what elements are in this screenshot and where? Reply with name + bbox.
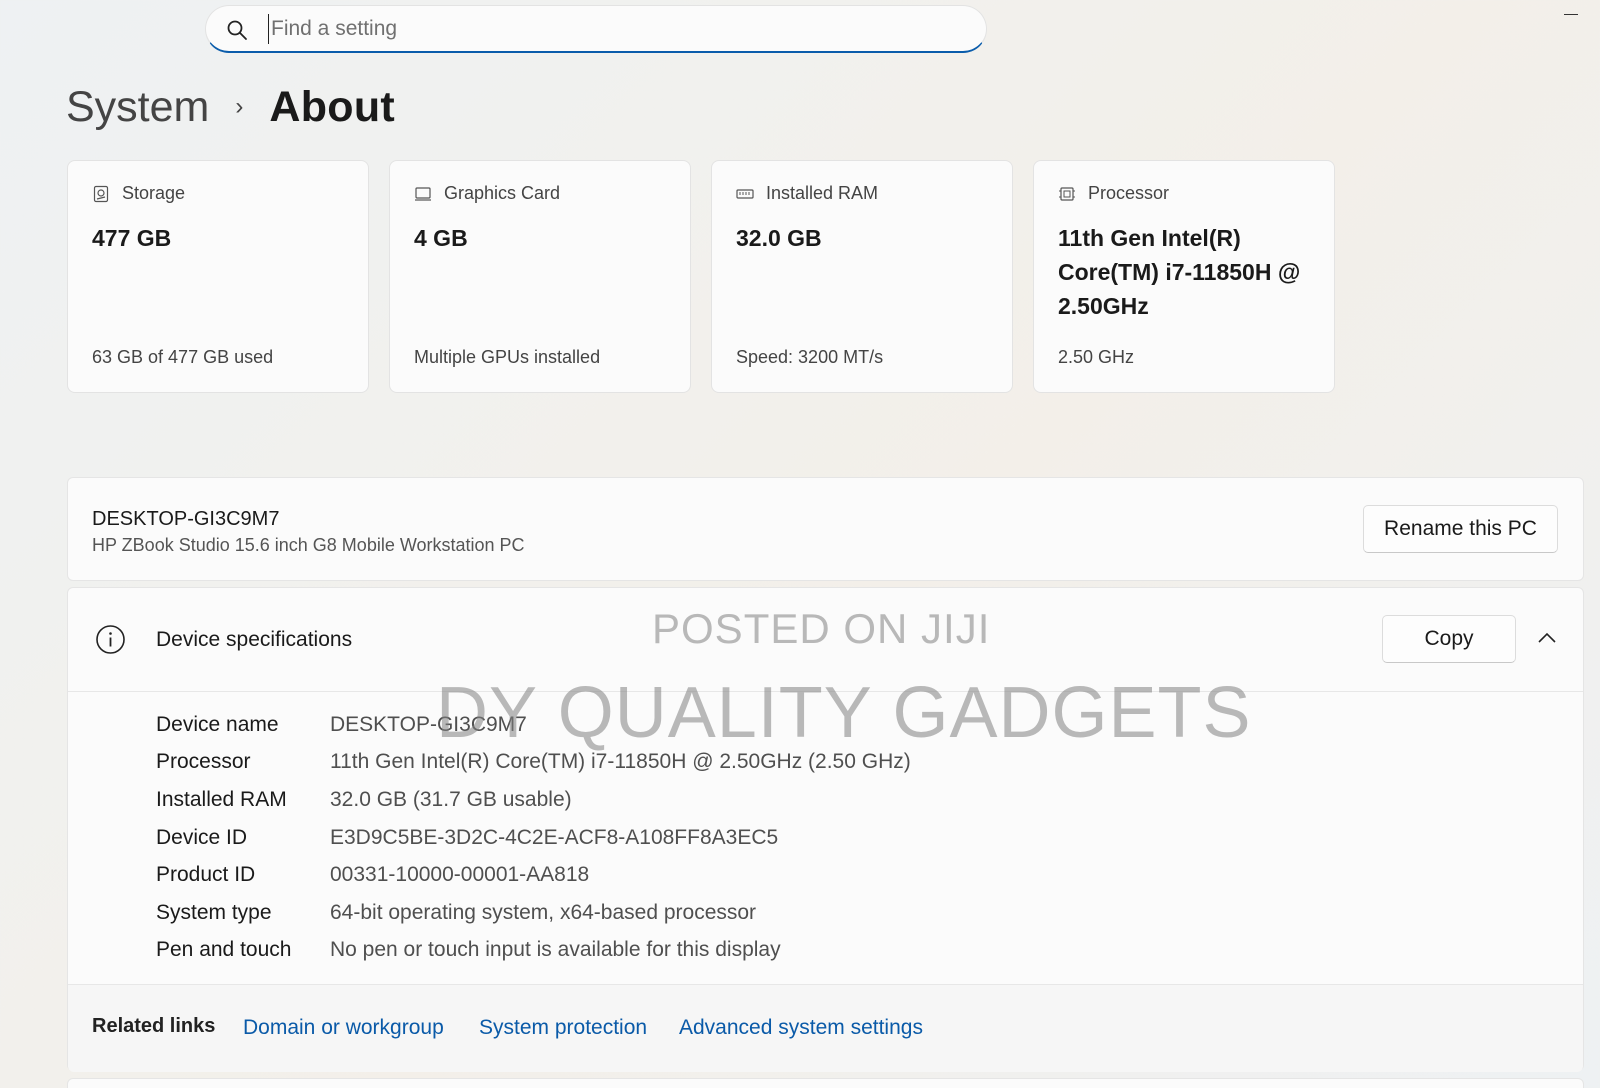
ram-card: Installed RAM 32.0 GB Speed: 3200 MT/s xyxy=(711,160,1013,393)
spec-label: Device name xyxy=(156,712,279,736)
storage-icon xyxy=(93,185,109,202)
graphics-card: Graphics Card 4 GB Multiple GPUs install… xyxy=(389,160,691,393)
search-icon xyxy=(227,20,247,40)
processor-icon xyxy=(1059,186,1075,201)
processor-card-value: 11th Gen Intel(R) Core(TM) i7-11850H @ 2… xyxy=(1058,225,1301,319)
device-specifications-panel: Device specifications Copy Device name D… xyxy=(67,587,1584,1072)
breadcrumb-separator-icon: › xyxy=(235,93,244,120)
spec-row-device-id: Device ID E3D9C5BE-3D2C-4C2E-ACF8-A108FF… xyxy=(156,819,911,857)
graphics-card-label: Graphics Card xyxy=(444,183,561,203)
spec-value: E3D9C5BE-3D2C-4C2E-ACF8-A108FF8A3EC5 xyxy=(330,825,779,849)
search-box[interactable] xyxy=(205,5,987,53)
spec-value: 32.0 GB (31.7 GB usable) xyxy=(330,787,572,811)
page-title: About xyxy=(269,82,396,131)
minimize-button[interactable] xyxy=(1564,14,1578,15)
spec-row-processor: Processor 11th Gen Intel(R) Core(TM) i7-… xyxy=(156,744,911,782)
spec-value: 11th Gen Intel(R) Core(TM) i7-11850H @ 2… xyxy=(330,750,911,774)
graphics-card-sub: Multiple GPUs installed xyxy=(414,347,601,367)
pc-name-panel: DESKTOP-GI3C9M7 HP ZBook Studio 15.6 inc… xyxy=(67,477,1584,581)
ram-card-label: Installed RAM xyxy=(766,183,879,203)
related-links-bar: Related links Domain or workgroup System… xyxy=(68,984,1583,1072)
copy-button[interactable]: Copy xyxy=(1382,615,1516,663)
spec-label: Pen and touch xyxy=(156,938,292,962)
chevron-up-icon[interactable] xyxy=(1537,630,1557,644)
pc-name: DESKTOP-GI3C9M7 xyxy=(92,508,280,530)
spec-row-system-type: System type 64-bit operating system, x64… xyxy=(156,894,911,932)
spec-row-installed-ram: Installed RAM 32.0 GB (31.7 GB usable) xyxy=(156,781,911,819)
next-section-panel xyxy=(67,1078,1584,1088)
spec-row-product-id: Product ID 00331-10000-00001-AA818 xyxy=(156,856,911,894)
spec-row-pen-and-touch: Pen and touch No pen or touch input is a… xyxy=(156,932,911,970)
graphics-card-value: 4 GB xyxy=(414,225,468,251)
processor-card-sub: 2.50 GHz xyxy=(1058,347,1135,367)
spec-label: Product ID xyxy=(156,863,256,887)
ram-card-sub: Speed: 3200 MT/s xyxy=(736,347,884,367)
processor-card: Processor 11th Gen Intel(R) Core(TM) i7-… xyxy=(1033,160,1335,393)
search-input[interactable] xyxy=(268,14,948,44)
spec-label: Processor xyxy=(156,750,251,774)
pc-model: HP ZBook Studio 15.6 inch G8 Mobile Work… xyxy=(92,535,525,555)
spec-value: 64-bit operating system, x64-based proce… xyxy=(330,900,757,924)
storage-card: Storage 477 GB 63 GB of 477 GB used xyxy=(67,160,369,393)
spec-value: 00331-10000-00001-AA818 xyxy=(330,863,590,887)
ram-icon xyxy=(736,188,754,199)
processor-card-label: Processor xyxy=(1088,183,1170,203)
graphics-card-icon xyxy=(415,186,431,201)
storage-card-value: 477 GB xyxy=(92,225,172,251)
spec-label: Device ID xyxy=(156,825,248,849)
breadcrumb-system[interactable]: System xyxy=(66,83,209,132)
info-icon xyxy=(96,625,125,654)
rename-pc-button[interactable]: Rename this PC xyxy=(1363,505,1558,553)
ram-card-value: 32.0 GB xyxy=(736,225,822,251)
breadcrumb: System › About xyxy=(66,80,395,134)
spec-table: Device name DESKTOP-GI3C9M7 Processor 11… xyxy=(156,706,911,969)
related-links-label: Related links xyxy=(92,1015,216,1037)
device-specifications-title: Device specifications xyxy=(156,628,353,651)
system-protection-link[interactable]: System protection xyxy=(479,1016,647,1040)
advanced-system-settings-link[interactable]: Advanced system settings xyxy=(679,1016,923,1040)
storage-card-sub: 63 GB of 477 GB used xyxy=(92,347,274,367)
spec-label: Installed RAM xyxy=(156,787,287,811)
spec-value: No pen or touch input is available for t… xyxy=(330,938,781,962)
storage-card-label: Storage xyxy=(122,183,186,203)
device-specifications-header[interactable]: Device specifications Copy xyxy=(68,588,1583,692)
spec-row-device-name: Device name DESKTOP-GI3C9M7 xyxy=(156,706,911,744)
spec-value: DESKTOP-GI3C9M7 xyxy=(330,712,527,736)
domain-or-workgroup-link[interactable]: Domain or workgroup xyxy=(243,1016,444,1040)
spec-label: System type xyxy=(156,900,272,924)
